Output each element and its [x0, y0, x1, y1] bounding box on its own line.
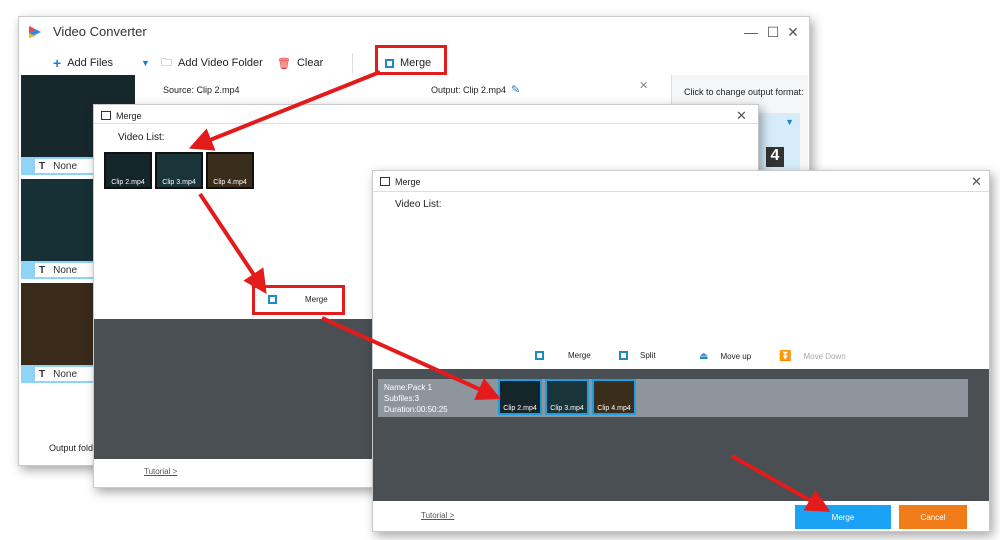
arrow-to-merge-action — [198, 192, 267, 294]
arrow-to-merge-confirm — [731, 454, 831, 512]
arrow-to-video-list — [188, 70, 381, 151]
arrow-to-pack — [321, 316, 501, 400]
annotation-arrows — [188, 70, 831, 512]
